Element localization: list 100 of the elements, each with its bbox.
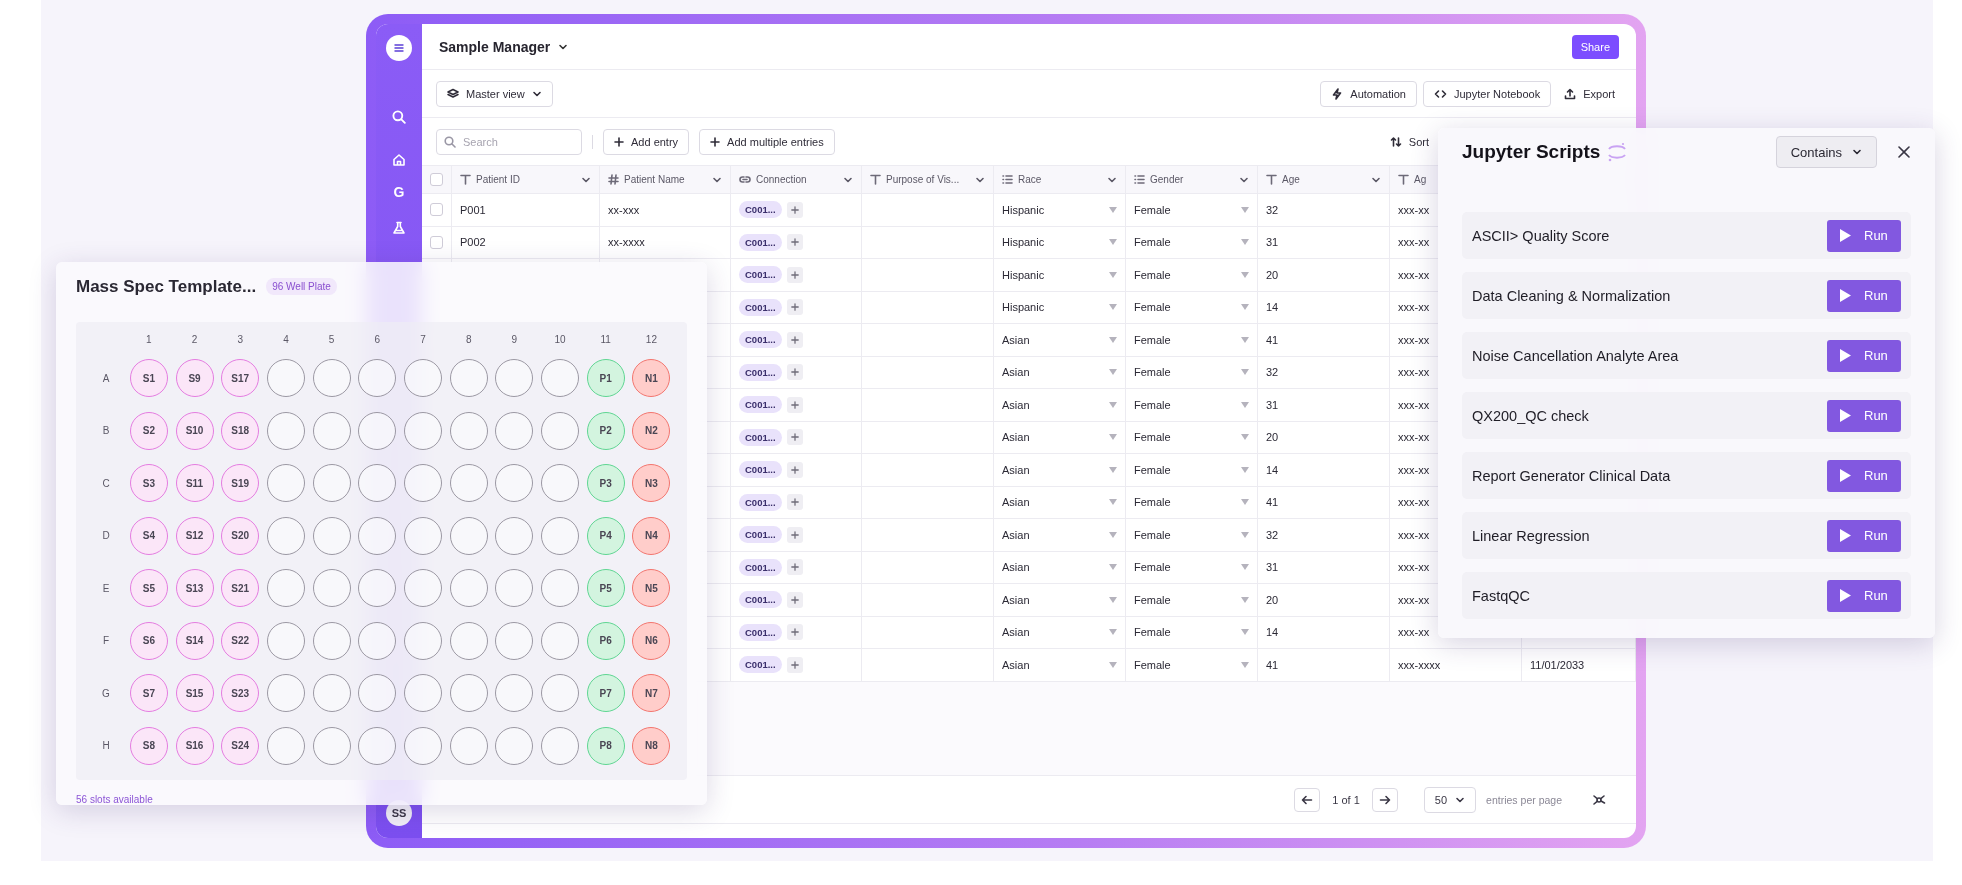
well[interactable]: S7	[129, 674, 168, 713]
add-connection-button[interactable]	[786, 461, 803, 478]
checkbox[interactable]	[430, 235, 443, 249]
well[interactable]	[495, 569, 534, 608]
well[interactable]	[266, 726, 305, 765]
add-connection-button[interactable]	[786, 429, 803, 446]
column-header[interactable]: Race	[1002, 174, 1117, 185]
well[interactable]: S6	[129, 621, 168, 660]
well[interactable]	[495, 464, 534, 503]
well[interactable]	[358, 726, 397, 765]
well[interactable]: S12	[175, 516, 214, 555]
add-connection-button[interactable]	[786, 299, 803, 316]
well[interactable]	[403, 411, 442, 450]
well[interactable]	[358, 674, 397, 713]
well[interactable]	[495, 516, 534, 555]
well[interactable]	[495, 674, 534, 713]
well[interactable]	[403, 464, 442, 503]
flask-icon[interactable]	[392, 221, 406, 235]
run-button[interactable]: Run	[1827, 219, 1901, 252]
run-button[interactable]: Run	[1827, 459, 1901, 492]
script-row[interactable]: Report Generator Clinical Data Run	[1462, 452, 1911, 499]
well[interactable]: S3	[129, 464, 168, 503]
well[interactable]	[312, 621, 351, 660]
well[interactable]	[449, 726, 488, 765]
well[interactable]	[358, 359, 397, 398]
well[interactable]: S23	[221, 674, 260, 713]
script-row[interactable]: FastqQC Run	[1462, 572, 1911, 619]
well[interactable]: P2	[586, 411, 625, 450]
connection-chip[interactable]: C001...	[739, 623, 782, 641]
search-field[interactable]: Search	[436, 128, 582, 155]
well[interactable]	[266, 411, 305, 450]
connection-chip[interactable]: C001...	[739, 266, 782, 284]
well[interactable]	[495, 359, 534, 398]
filter-dropdown[interactable]: Contains	[1775, 136, 1877, 168]
connection-chip[interactable]: C001...	[739, 656, 782, 674]
add-connection-button[interactable]	[786, 656, 803, 673]
share-button[interactable]: Share	[1571, 34, 1619, 59]
column-header[interactable]: Patient Name	[608, 174, 722, 185]
well[interactable]: P6	[586, 621, 625, 660]
well[interactable]	[449, 411, 488, 450]
well[interactable]: S19	[221, 464, 260, 503]
well[interactable]	[495, 621, 534, 660]
connection-chip[interactable]: C001...	[739, 363, 782, 381]
well[interactable]: S14	[175, 621, 214, 660]
well[interactable]: S16	[175, 726, 214, 765]
add-connection-button[interactable]	[786, 624, 803, 641]
home-icon[interactable]	[392, 153, 406, 167]
connection-chip[interactable]: C001...	[739, 428, 782, 446]
well[interactable]	[266, 674, 305, 713]
menu-button[interactable]	[386, 35, 412, 61]
well[interactable]: P8	[586, 726, 625, 765]
well[interactable]	[358, 516, 397, 555]
well[interactable]	[312, 569, 351, 608]
well[interactable]	[449, 674, 488, 713]
notebook-button[interactable]: Jupyter Notebook	[1423, 80, 1552, 107]
run-button[interactable]: Run	[1827, 579, 1901, 612]
well[interactable]: P3	[586, 464, 625, 503]
next-page-button[interactable]	[1371, 787, 1398, 812]
add-connection-button[interactable]	[786, 526, 803, 543]
well[interactable]	[403, 726, 442, 765]
connection-chip[interactable]: C001...	[739, 526, 782, 544]
well[interactable]	[449, 516, 488, 555]
add-entry-button[interactable]: Add entry	[603, 128, 690, 155]
connection-chip[interactable]: C001...	[739, 298, 782, 316]
well[interactable]: S10	[175, 411, 214, 450]
script-row[interactable]: ASCII> Quality Score Run	[1462, 212, 1911, 259]
well[interactable]	[541, 464, 580, 503]
well[interactable]: N5	[632, 569, 671, 608]
add-connection-button[interactable]	[786, 331, 803, 348]
well[interactable]	[358, 569, 397, 608]
checkbox[interactable]	[430, 173, 443, 186]
well[interactable]	[312, 516, 351, 555]
connection-chip[interactable]: C001...	[739, 591, 782, 609]
column-header[interactable]: Ag	[1398, 174, 1427, 185]
well[interactable]	[449, 464, 488, 503]
add-connection-button[interactable]	[786, 494, 803, 511]
well[interactable]: S24	[221, 726, 260, 765]
connection-chip[interactable]: C001...	[739, 331, 782, 349]
script-row[interactable]: QX200_QC check Run	[1462, 392, 1911, 439]
well[interactable]: S8	[129, 726, 168, 765]
export-button[interactable]: Export	[1557, 80, 1622, 107]
column-header[interactable]: Age	[1266, 174, 1381, 185]
well[interactable]	[312, 674, 351, 713]
well[interactable]	[312, 411, 351, 450]
well[interactable]	[358, 621, 397, 660]
column-header[interactable]: Purpose of Vis...	[870, 174, 985, 185]
well[interactable]: S5	[129, 569, 168, 608]
well[interactable]: P1	[586, 359, 625, 398]
network-icon[interactable]	[1592, 793, 1606, 806]
page-size-dropdown[interactable]: 50	[1423, 786, 1477, 813]
well[interactable]	[541, 674, 580, 713]
connection-chip[interactable]: C001...	[739, 201, 782, 219]
well[interactable]	[266, 516, 305, 555]
connection-chip[interactable]: C001...	[739, 461, 782, 479]
well[interactable]: S22	[221, 621, 260, 660]
well[interactable]: S20	[221, 516, 260, 555]
add-entry-button[interactable]: Add multiple entries	[699, 128, 835, 155]
connection-chip[interactable]: C001...	[739, 493, 782, 511]
connection-chip[interactable]: C001...	[739, 558, 782, 576]
well[interactable]: S18	[221, 411, 260, 450]
